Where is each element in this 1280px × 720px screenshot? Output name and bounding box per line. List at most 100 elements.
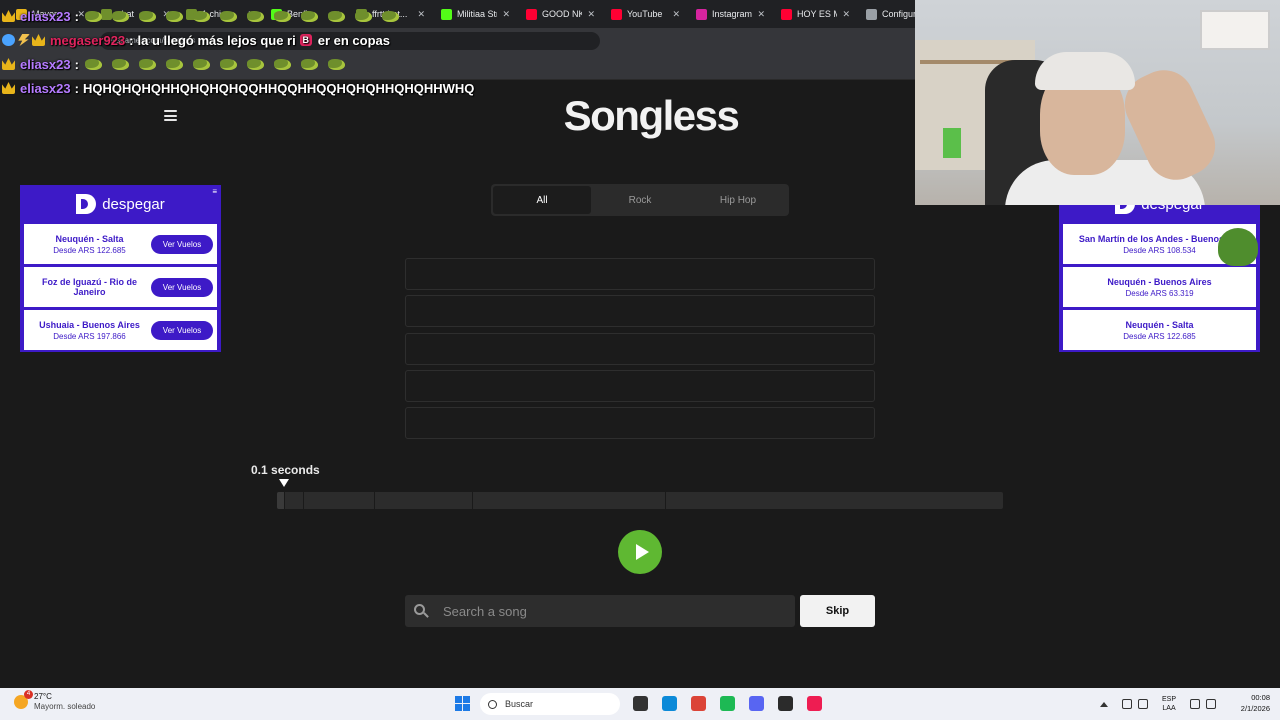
chat-separator: : bbox=[74, 56, 79, 72]
ad-price: Desde ARS 197.866 bbox=[53, 331, 126, 341]
timeline-segment-divider bbox=[303, 492, 304, 509]
b-emote-icon: B bbox=[299, 34, 312, 46]
ver-vuelos-button[interactable]: Ver Vuelos bbox=[151, 234, 213, 254]
tab-label: YouTube bbox=[627, 9, 663, 19]
ad-flight-row[interactable]: Neuquén - Salta Desde ARS 122.685 Ver Vue… bbox=[24, 224, 217, 264]
guess-slot bbox=[405, 407, 875, 440]
frog-emote-icon bbox=[84, 10, 102, 22]
frog-emote-icon bbox=[219, 58, 237, 70]
ad-info-icon[interactable]: ≡ bbox=[212, 187, 217, 196]
ad-flight-row[interactable]: Ushuaia - Buenos Aires Desde ARS 197.866 … bbox=[24, 310, 217, 350]
skip-button[interactable]: Skip bbox=[800, 595, 875, 627]
stream-chat-overlay: eliasx23 : megaser923 : la u llegó más l… bbox=[2, 4, 474, 100]
edge-icon[interactable] bbox=[662, 696, 677, 711]
chat-message: la u llegó más lejos que ri bbox=[137, 32, 296, 48]
search-input[interactable] bbox=[443, 603, 795, 619]
close-icon[interactable]: ✕ bbox=[757, 9, 765, 20]
wifi-icon[interactable] bbox=[1190, 699, 1201, 709]
tab-favicon-icon bbox=[696, 8, 707, 20]
crown-badge-icon bbox=[2, 10, 15, 22]
frog-emote-icon bbox=[138, 10, 156, 22]
frog-emote-icon bbox=[192, 10, 210, 22]
ad-right[interactable]: despegar San Martín de los Andes - Bueno… bbox=[1059, 185, 1260, 352]
browser-tab[interactable]: HOY ES MI... ✕ bbox=[773, 0, 858, 28]
close-icon[interactable]: ✕ bbox=[842, 9, 850, 20]
chevron-up-icon[interactable] bbox=[1100, 701, 1108, 707]
tab-favicon-icon bbox=[611, 8, 622, 20]
network-icon[interactable] bbox=[1122, 699, 1132, 709]
screen: Mayor...✕chat✕1 chi...✕Benfi...✕ffrtt ho… bbox=[0, 0, 1280, 720]
obs-icon[interactable] bbox=[778, 696, 793, 711]
crown-badge-icon bbox=[2, 82, 15, 94]
crown-badge-icon bbox=[32, 34, 45, 46]
guess-slot bbox=[405, 258, 875, 290]
browser-tab[interactable]: GOOD NK... ✕ bbox=[518, 0, 603, 28]
windows-start-icon[interactable] bbox=[455, 696, 470, 711]
tab-rock[interactable]: Rock bbox=[591, 186, 689, 214]
browser-tab[interactable]: YouTube ✕ bbox=[603, 0, 688, 28]
frog-emote-icon bbox=[1218, 228, 1258, 266]
tab-all[interactable]: All bbox=[493, 186, 591, 214]
ad-brand: despegar bbox=[102, 195, 165, 213]
volume-icon[interactable] bbox=[1206, 699, 1217, 709]
frog-emote-icon bbox=[300, 10, 318, 22]
close-icon[interactable]: ✕ bbox=[672, 9, 680, 20]
clock-time: 00:08 bbox=[1251, 693, 1270, 702]
tab-favicon-icon bbox=[781, 8, 792, 20]
frog-emote-icon bbox=[84, 58, 102, 70]
browser-tab[interactable]: Instagram ✕ bbox=[688, 0, 773, 28]
chat-line: eliasx23 : HQHQHQHQHHQHQHQHQQHHQQHHQQHQH… bbox=[2, 76, 474, 100]
play-button[interactable] bbox=[618, 530, 662, 574]
menu-icon[interactable] bbox=[164, 110, 177, 121]
ad-flight-row[interactable]: Neuquén - Salta Desde ARS 122.685 bbox=[1063, 310, 1256, 350]
webcam-creeper-figure bbox=[943, 128, 961, 158]
ad-flight-row[interactable]: Foz de Iguazú - Rio de Janeiro Ver Vuelo… bbox=[24, 267, 217, 307]
weather-widget[interactable]: 4 27°C Mayorm. soleado bbox=[14, 689, 95, 711]
timeline-progress bbox=[277, 492, 284, 509]
frog-emote-icon bbox=[381, 10, 399, 22]
windows-taskbar: 4 27°C Mayorm. soleado Buscar ESP LAA 00… bbox=[0, 688, 1280, 720]
timeline-segment-divider bbox=[284, 492, 285, 509]
ad-route: Neuquén - Salta bbox=[55, 233, 124, 244]
chat-message: HQHQHQHQHHQHQHQHQQHHQQHHQQHQHQHHQHQHHWHQ bbox=[82, 80, 475, 96]
chat-separator: : bbox=[129, 32, 134, 48]
ver-vuelos-button[interactable]: Ver Vuelos bbox=[151, 277, 213, 297]
discord-icon[interactable] bbox=[749, 696, 764, 711]
crown-badge-icon bbox=[2, 58, 15, 70]
frog-emote-icon bbox=[273, 58, 291, 70]
seconds-label: 0.1 seconds bbox=[251, 463, 320, 477]
ad-flight-row[interactable]: Neuquén - Buenos Aires Desde ARS 63.319 bbox=[1063, 267, 1256, 307]
playhead-marker-icon bbox=[279, 479, 289, 487]
ad-left[interactable]: ≡ despegar Neuquén - Salta Desde ARS 122.… bbox=[20, 185, 221, 352]
microphone-icon[interactable] bbox=[1138, 699, 1148, 709]
ad-header: despegar bbox=[22, 187, 219, 221]
tiktok-icon[interactable] bbox=[807, 696, 822, 711]
ad-price: Desde ARS 122.685 bbox=[53, 245, 126, 255]
system-clock[interactable]: 00:08 2/1/2026 bbox=[1224, 692, 1270, 714]
frog-emote-icon bbox=[246, 10, 264, 22]
guess-slot bbox=[405, 295, 875, 328]
audio-timeline bbox=[277, 492, 1003, 509]
tab-favicon-icon bbox=[866, 8, 877, 20]
sun-icon: 4 bbox=[14, 689, 33, 709]
spotify-icon[interactable] bbox=[720, 696, 735, 711]
taskbar-search[interactable]: Buscar bbox=[480, 693, 620, 715]
close-icon[interactable]: ✕ bbox=[587, 9, 595, 20]
chrome-icon[interactable] bbox=[691, 696, 706, 711]
frog-emote-icon bbox=[219, 10, 237, 22]
language-indicator[interactable]: ESP LAA bbox=[1162, 695, 1176, 713]
play-icon bbox=[635, 544, 649, 560]
tab-hip-hop[interactable]: Hip Hop bbox=[689, 186, 787, 214]
webcam-person-cap bbox=[1035, 52, 1135, 90]
webcam-overlay bbox=[915, 0, 1280, 205]
close-icon[interactable]: ✕ bbox=[502, 9, 510, 20]
gem-badge-icon bbox=[2, 34, 15, 46]
chat-separator: : bbox=[74, 8, 79, 24]
ad-route: Foz de Iguazú - Rio de Janeiro bbox=[42, 277, 137, 297]
file-explorer-icon[interactable] bbox=[633, 696, 648, 711]
search-icon bbox=[414, 603, 429, 619]
frog-emote-icon bbox=[138, 58, 156, 70]
ver-vuelos-button[interactable]: Ver Vuelos bbox=[151, 320, 213, 340]
notification-badge: 4 bbox=[24, 689, 33, 699]
chat-line: eliasx23 : bbox=[2, 4, 474, 28]
